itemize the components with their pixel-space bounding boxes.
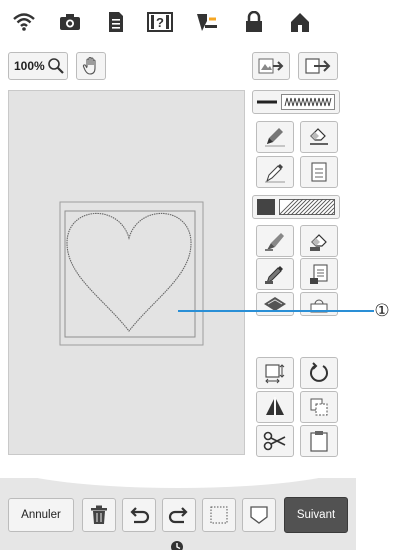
duplicate-button[interactable] bbox=[300, 391, 338, 423]
brush-button[interactable] bbox=[256, 225, 294, 257]
delete-button[interactable] bbox=[82, 498, 116, 532]
rotate-button[interactable] bbox=[300, 357, 338, 389]
list-document-icon bbox=[311, 162, 327, 182]
cancel-label: Annuler bbox=[21, 509, 61, 521]
zigzag-stitch-icon bbox=[281, 94, 335, 110]
pen-icon bbox=[265, 128, 285, 147]
resize-button[interactable] bbox=[256, 357, 294, 389]
document-icon[interactable] bbox=[102, 8, 130, 36]
pan-hand-button[interactable] bbox=[76, 52, 106, 80]
stamp-button[interactable] bbox=[256, 292, 294, 316]
fill-type-selector[interactable] bbox=[252, 195, 340, 219]
camera-icon[interactable] bbox=[56, 8, 84, 36]
dotted-selection-icon bbox=[210, 506, 228, 524]
redo-icon bbox=[168, 507, 188, 524]
lock-icon[interactable] bbox=[240, 8, 268, 36]
eyedropper-icon bbox=[265, 164, 285, 183]
cancel-button[interactable]: Annuler bbox=[8, 498, 74, 532]
solid-fill-icon bbox=[257, 199, 275, 215]
help-icon[interactable]: ? bbox=[146, 8, 174, 36]
duplicate-icon bbox=[310, 398, 328, 416]
brush-icon bbox=[265, 233, 284, 251]
hand-icon bbox=[82, 56, 96, 75]
zoom-button[interactable]: 100% bbox=[8, 52, 68, 80]
resize-icon bbox=[265, 364, 285, 384]
next-label: Suivant bbox=[296, 509, 336, 521]
hatched-fill-icon bbox=[279, 199, 335, 215]
import-image-button[interactable] bbox=[252, 52, 290, 80]
svg-text:?: ? bbox=[156, 15, 164, 30]
pen-button[interactable] bbox=[256, 121, 294, 153]
eraser-region-icon bbox=[310, 234, 327, 251]
next-button[interactable]: Suivant bbox=[284, 497, 348, 533]
line-eyedropper-button[interactable] bbox=[256, 156, 294, 188]
redo-button[interactable] bbox=[162, 498, 196, 532]
region-properties-button[interactable] bbox=[300, 258, 338, 290]
export-button[interactable] bbox=[298, 52, 338, 80]
select-area-button[interactable] bbox=[202, 498, 236, 532]
flip-button[interactable] bbox=[256, 391, 294, 423]
zoom-level: 100% bbox=[14, 59, 45, 73]
magnifier-icon bbox=[47, 58, 64, 74]
thread-needle-icon[interactable] bbox=[192, 8, 220, 36]
rotate-icon bbox=[310, 362, 328, 382]
region-eyedropper-button[interactable] bbox=[256, 258, 294, 290]
top-toolbar: ? bbox=[0, 0, 356, 44]
device-screen: ? 100% Annuler Suivant bbox=[0, 0, 356, 550]
eraser-line-icon bbox=[310, 128, 328, 145]
heart-drawing bbox=[59, 201, 204, 346]
undo-icon bbox=[130, 507, 150, 524]
shield-frame-icon bbox=[250, 506, 268, 524]
scissors-icon bbox=[263, 431, 286, 451]
undo-button[interactable] bbox=[122, 498, 156, 532]
preview-button[interactable] bbox=[242, 498, 276, 532]
region-document-icon bbox=[310, 264, 328, 284]
import-image-icon bbox=[258, 58, 284, 74]
callout-line bbox=[178, 310, 374, 312]
drawing-canvas[interactable] bbox=[8, 90, 245, 455]
callout-number: ① bbox=[374, 301, 390, 320]
line-properties-button[interactable] bbox=[300, 156, 338, 188]
eyedropper-fill-icon bbox=[265, 266, 283, 285]
clock-icon bbox=[170, 540, 184, 550]
wifi-icon[interactable] bbox=[10, 8, 38, 36]
clipboard-icon bbox=[310, 431, 328, 452]
flip-icon bbox=[266, 397, 284, 417]
line-type-selector[interactable] bbox=[252, 90, 340, 114]
region-eraser-button[interactable] bbox=[300, 225, 338, 257]
shape-button[interactable] bbox=[300, 292, 338, 316]
line-eraser-button[interactable] bbox=[300, 121, 338, 153]
home-icon[interactable] bbox=[286, 8, 314, 36]
solid-line-icon bbox=[257, 100, 277, 104]
export-icon bbox=[305, 58, 331, 74]
cut-button[interactable] bbox=[256, 425, 294, 457]
trash-icon bbox=[91, 505, 107, 524]
paste-button[interactable] bbox=[300, 425, 338, 457]
